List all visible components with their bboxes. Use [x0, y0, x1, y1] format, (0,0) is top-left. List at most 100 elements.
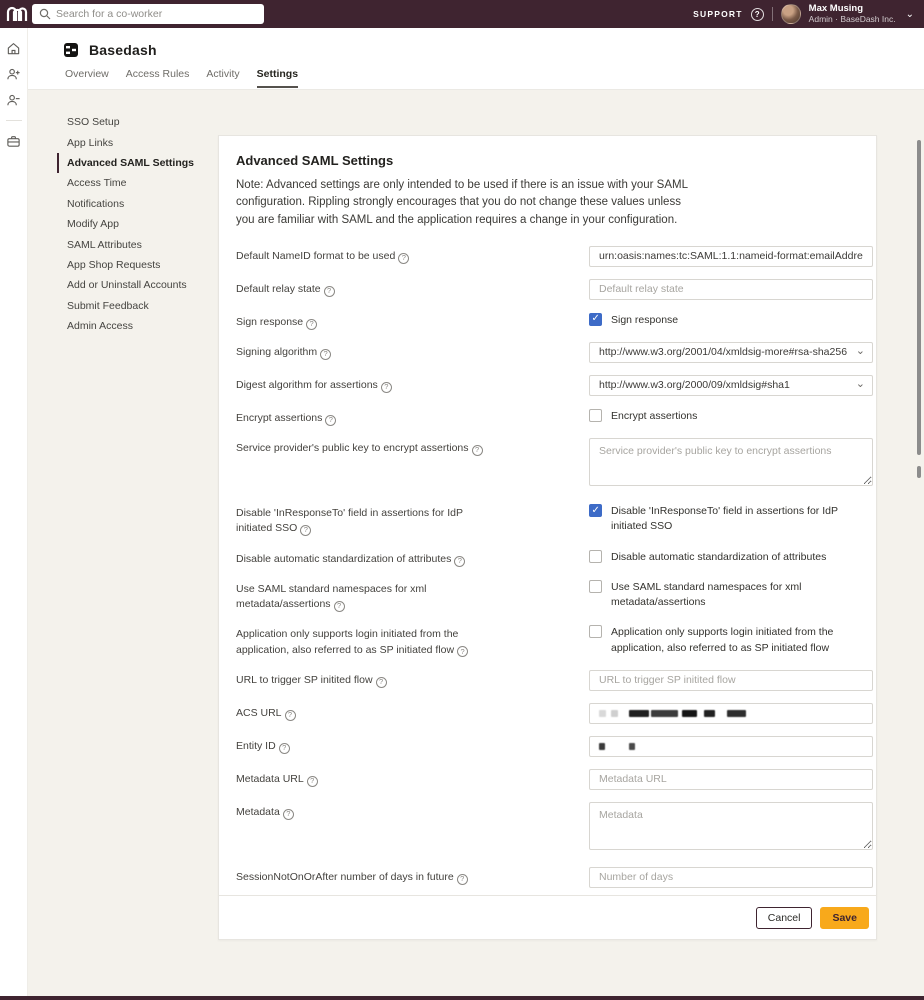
- help-icon[interactable]: ?: [472, 445, 483, 456]
- redacted-value-block: [682, 710, 697, 717]
- field-label: Signing algorithm?: [236, 342, 589, 363]
- help-icon[interactable]: ?: [300, 525, 311, 536]
- help-icon[interactable]: ?: [325, 415, 336, 426]
- help-icon[interactable]: ?: [334, 601, 345, 612]
- application-only-supports-login-initiated-from-the-application-also-referred-to-as-sp-initiated-flow-checkbox[interactable]: Application only supports login initiate…: [589, 624, 873, 655]
- sidebar-item-sso-setup[interactable]: SSO Setup: [57, 112, 217, 132]
- form-row-disable-automatic-standardization-of-attributes: Disable automatic standardization of att…: [236, 549, 870, 567]
- support-link[interactable]: SUPPORT: [693, 9, 743, 19]
- add-person-icon[interactable]: [6, 66, 22, 82]
- sessionnotonorafter-number-of-days-in-future-input[interactable]: [589, 867, 873, 888]
- tab-activity[interactable]: Activity: [206, 68, 239, 88]
- field-label: Encrypt assertions?: [236, 408, 589, 426]
- scrollbar-thumb-small[interactable]: [917, 466, 921, 478]
- default-nameid-format-to-be-used-input[interactable]: [589, 246, 873, 267]
- page-title: Basedash: [89, 42, 157, 58]
- signing-algorithm-select[interactable]: http://www.w3.org/2001/04/xmldsig-more#r…: [589, 342, 873, 363]
- remove-person-icon[interactable]: [6, 92, 22, 108]
- help-icon[interactable]: ?: [285, 710, 296, 721]
- metadata-url-input[interactable]: [589, 769, 873, 790]
- form-row-use-saml-standard-namespaces-for-xml-metadata-assertions: Use SAML standard namespaces for xml met…: [236, 579, 870, 612]
- field-label: ACS URL?: [236, 703, 589, 724]
- field-label: Disable 'InResponseTo' field in assertio…: [236, 503, 589, 536]
- field-label: URL to trigger SP initited flow?: [236, 670, 589, 691]
- field-label: Disable automatic standardization of att…: [236, 549, 589, 567]
- sidebar-item-modify-app[interactable]: Modify App: [57, 214, 217, 234]
- help-icon[interactable]: ?: [283, 809, 294, 820]
- checkbox-checked-icon[interactable]: [589, 313, 602, 326]
- help-icon[interactable]: ?: [307, 776, 318, 787]
- rippling-logo-icon[interactable]: [6, 5, 28, 23]
- sidebar-item-app-shop-requests[interactable]: App Shop Requests: [57, 255, 217, 275]
- entity-id-input-redacted[interactable]: [589, 736, 873, 757]
- basedash-logo: [64, 43, 78, 57]
- user-avatar[interactable]: [781, 4, 801, 24]
- sidebar-item-admin-access[interactable]: Admin Access: [57, 316, 217, 336]
- help-icon[interactable]: ?: [381, 382, 392, 393]
- field-label: Application only supports login initiate…: [236, 624, 589, 657]
- field-label: Default relay state?: [236, 279, 589, 300]
- tab-access-rules[interactable]: Access Rules: [126, 68, 190, 88]
- default-relay-state-input[interactable]: [589, 279, 873, 300]
- tab-settings[interactable]: Settings: [257, 68, 298, 88]
- topbar-divider: [772, 7, 773, 21]
- metadata-textarea[interactable]: [589, 802, 873, 850]
- redacted-value-block: [629, 743, 635, 750]
- checkbox-checked-icon[interactable]: [589, 504, 602, 517]
- checkbox-unchecked-icon[interactable]: [589, 409, 602, 422]
- acs-url-input-redacted[interactable]: [589, 703, 873, 724]
- service-provider-s-public-key-to-encrypt-assertions-textarea[interactable]: [589, 438, 873, 486]
- digest-algorithm-for-assertions-select[interactable]: http://www.w3.org/2000/09/xmldsig#sha1⌄: [589, 375, 873, 396]
- form-row-url-to-trigger-sp-initited-flow: URL to trigger SP initited flow?: [236, 670, 870, 691]
- help-icon[interactable]: ?: [279, 743, 290, 754]
- disable-automatic-standardization-of-attributes-checkbox[interactable]: Disable automatic standardization of att…: [589, 549, 873, 565]
- advanced-saml-settings-panel: Advanced SAML Settings Note: Advanced se…: [218, 135, 877, 940]
- form-row-default-nameid-format-to-be-used: Default NameID format to be used?: [236, 246, 870, 267]
- form-row-sessionnotonorafter-number-of-days-in-future: SessionNotOnOrAfter number of days in fu…: [236, 867, 870, 888]
- cancel-button[interactable]: Cancel: [756, 907, 813, 929]
- home-icon[interactable]: [6, 40, 22, 56]
- checkbox-unchecked-icon[interactable]: [589, 625, 602, 638]
- sign-response-checkbox[interactable]: Sign response: [589, 312, 873, 328]
- sidebar-item-access-time[interactable]: Access Time: [57, 173, 217, 193]
- briefcase-icon[interactable]: [6, 133, 22, 149]
- scrollbar-thumb[interactable]: [917, 140, 921, 455]
- help-icon[interactable]: ?: [454, 556, 465, 567]
- sidebar-item-submit-feedback[interactable]: Submit Feedback: [57, 296, 217, 316]
- help-icon[interactable]: ?: [457, 874, 468, 885]
- checkbox-unchecked-icon[interactable]: [589, 580, 602, 593]
- help-icon[interactable]: ?: [457, 646, 468, 657]
- help-icon[interactable]: ?: [320, 349, 331, 360]
- field-label: Metadata?: [236, 802, 589, 855]
- form-row-metadata: Metadata?: [236, 802, 870, 855]
- chevron-down-icon[interactable]: ⌄: [906, 9, 914, 20]
- help-icon[interactable]: ?: [306, 319, 317, 330]
- sidebar-item-app-links[interactable]: App Links: [57, 132, 217, 152]
- user-menu[interactable]: Max Musing Admin · BaseDash Inc.: [809, 4, 896, 25]
- tab-overview[interactable]: Overview: [65, 68, 109, 88]
- help-icon[interactable]: ?: [398, 253, 409, 264]
- sidebar-item-advanced-saml-settings[interactable]: Advanced SAML Settings: [57, 153, 217, 173]
- search-input[interactable]: [32, 4, 264, 24]
- user-name: Max Musing: [809, 4, 896, 15]
- app-header: Basedash Overview Access Rules Activity Set…: [28, 28, 924, 90]
- url-to-trigger-sp-initited-flow-input[interactable]: [589, 670, 873, 691]
- form-row-signing-algorithm: Signing algorithm?http://www.w3.org/2001…: [236, 342, 870, 363]
- form-row-acs-url: ACS URL?: [236, 703, 870, 724]
- field-label: SessionNotOnOrAfter number of days in fu…: [236, 867, 589, 888]
- disable-inresponseto-field-in-assertions-for-idp-initiated-sso-checkbox[interactable]: Disable 'InResponseTo' field in assertio…: [589, 503, 873, 534]
- search-icon: [39, 8, 51, 20]
- panel-footer: Cancel Save: [219, 895, 876, 939]
- page: SUPPORT ? Max Musing Admin · BaseDash In…: [0, 0, 924, 1000]
- field-label: Service provider's public key to encrypt…: [236, 438, 589, 491]
- checkbox-unchecked-icon[interactable]: [589, 550, 602, 563]
- use-saml-standard-namespaces-for-xml-metadata-assertions-checkbox[interactable]: Use SAML standard namespaces for xml met…: [589, 579, 873, 610]
- help-icon[interactable]: ?: [324, 286, 335, 297]
- help-icon[interactable]: ?: [751, 8, 764, 21]
- save-button[interactable]: Save: [820, 907, 869, 929]
- encrypt-assertions-checkbox[interactable]: Encrypt assertions: [589, 408, 873, 424]
- sidebar-item-notifications[interactable]: Notifications: [57, 194, 217, 214]
- sidebar-item-add-or-uninstall-accounts[interactable]: Add or Uninstall Accounts: [57, 275, 217, 295]
- sidebar-item-saml-attributes[interactable]: SAML Attributes: [57, 234, 217, 254]
- help-icon[interactable]: ?: [376, 677, 387, 688]
